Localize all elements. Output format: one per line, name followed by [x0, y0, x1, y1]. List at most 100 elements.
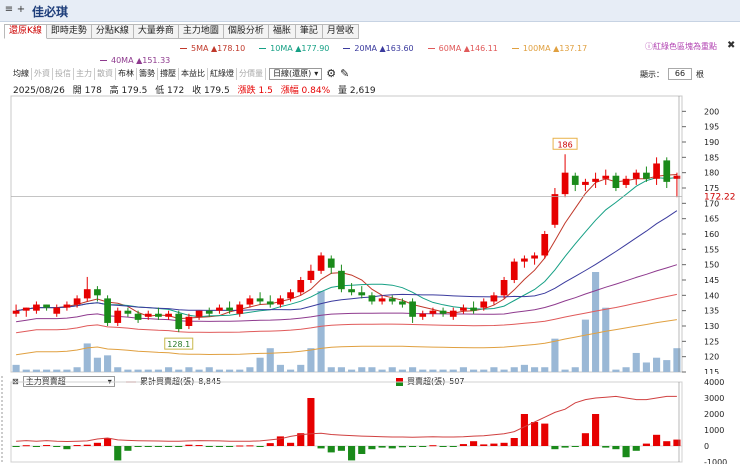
tab-3[interactable]: 大量券商	[133, 24, 179, 39]
tab-6[interactable]: 福胀	[268, 24, 296, 39]
volume-bar	[419, 369, 427, 372]
day-bar	[195, 445, 203, 447]
candle-body	[358, 292, 366, 296]
candle-body	[643, 172, 650, 179]
tab-4[interactable]: 主力地圖	[178, 24, 224, 39]
toolbar-button-3[interactable]: 主力	[74, 68, 95, 80]
ma-legend-item: 40MA ▲151.33	[100, 56, 170, 66]
day-bar	[358, 446, 366, 454]
volume-bar	[632, 352, 640, 372]
ma-legend-row2: 40MA ▲151.33	[100, 56, 170, 66]
volume-bar	[510, 367, 518, 372]
volume-bar	[73, 367, 81, 372]
volume-bar	[154, 369, 162, 372]
low-marker: 128.1	[167, 340, 190, 349]
day-bar	[205, 446, 213, 447]
volume-bar	[551, 338, 559, 372]
pen-icon[interactable]: ✎	[340, 68, 349, 80]
day-bar	[348, 446, 356, 461]
candle-body	[226, 307, 233, 311]
candle-body	[541, 234, 549, 256]
color-note: ⓘ紅綠色區塊為重點	[645, 42, 717, 51]
toolbar-button-8[interactable]: 本益比	[179, 68, 208, 80]
toolbar-button-10[interactable]: 分價量	[237, 68, 266, 80]
display-count-input[interactable]: 66	[668, 68, 692, 80]
toolbar-button-4[interactable]: 散資	[95, 68, 116, 80]
day-bar	[531, 422, 539, 446]
ma-swatch	[511, 48, 519, 49]
day-bar	[165, 446, 173, 447]
candle-body	[632, 172, 640, 179]
price-tick-label: 155	[704, 245, 719, 254]
tab-7[interactable]: 筆記	[295, 24, 323, 39]
day-bar	[32, 446, 40, 447]
price-tick-label: 180	[704, 169, 719, 178]
title-bar: ≡ + 佳必琪	[0, 0, 740, 22]
sub-tick-label: 0	[704, 442, 709, 451]
volume-bar	[287, 369, 295, 372]
day-bar	[429, 445, 437, 447]
close-icon[interactable]: ✖	[727, 40, 735, 51]
candle-body	[195, 310, 203, 317]
candle-body	[449, 310, 457, 317]
ma-label: 40MA ▲151.33	[111, 56, 171, 65]
ma-legend-row1: 5MA ▲178.10 10MA ▲177.90 20MA ▲163.60 60MA …	[180, 44, 587, 54]
tab-0[interactable]: 還原K線	[4, 24, 47, 39]
tab-2[interactable]: 分點K線	[91, 24, 134, 39]
main-force-chart[interactable]: 4000 3000 2000 1000 0 -1000	[0, 376, 740, 464]
toolbar-button-1[interactable]: 外資	[32, 68, 53, 80]
cum-line	[16, 395, 677, 443]
tab-8[interactable]: 月營收	[322, 24, 359, 39]
volume-bar	[531, 367, 539, 372]
toolbar-button-0[interactable]: 均線	[11, 68, 32, 80]
toolbar-button-5[interactable]: 布林	[116, 68, 137, 80]
candle-body	[155, 313, 162, 317]
volume-bar	[673, 348, 681, 372]
chevron-down-icon: ▾	[314, 69, 319, 78]
candle-body	[480, 301, 488, 308]
candlestick-chart[interactable]: 2001951901851801751701651601551501451401…	[0, 92, 740, 374]
price-tick-label: 120	[704, 353, 719, 362]
volume-bar	[663, 360, 671, 372]
current-price-label: 172.22	[704, 193, 736, 203]
candle-body	[368, 295, 376, 302]
volume-bar	[592, 272, 600, 372]
candle-body	[43, 304, 50, 308]
volume-bar	[571, 367, 579, 372]
candle-body	[256, 298, 264, 302]
ma-label: 5MA ▲178.10	[191, 44, 246, 53]
candle-body	[409, 301, 416, 317]
candle-body	[205, 310, 213, 314]
toolbar-button-9[interactable]: 紅綠燈	[208, 68, 237, 80]
candle-body	[124, 310, 132, 314]
volume-bar	[53, 369, 61, 372]
toolbar-button-7[interactable]: 撐壓	[158, 68, 179, 80]
price-tick-label: 125	[704, 337, 719, 346]
toolbar-button-6[interactable]: 籌勢	[137, 68, 158, 80]
candle-body	[53, 307, 61, 314]
candle-body	[612, 175, 620, 188]
candle-body	[22, 307, 30, 311]
period-select[interactable]: 日線(還原) ▾	[269, 68, 323, 80]
day-bar	[398, 446, 406, 448]
volume-bar	[266, 348, 274, 372]
day-bar	[551, 446, 559, 450]
day-bar	[459, 444, 467, 446]
volume-bar	[449, 369, 457, 372]
candle-body	[551, 194, 559, 225]
day-bar	[663, 441, 671, 446]
tab-5[interactable]: 個股分析	[223, 24, 269, 39]
day-bar	[571, 446, 579, 447]
toolbar-button-2[interactable]: 投信	[53, 68, 74, 80]
price-tick-label: 115	[704, 368, 719, 374]
candle-body	[653, 163, 660, 179]
add-icon[interactable]: +	[14, 3, 28, 18]
candle-body	[165, 313, 172, 317]
day-bar	[256, 446, 264, 447]
gear-icon[interactable]: ⚙	[326, 68, 336, 80]
price-tick-label: 190	[704, 138, 719, 147]
candle-body	[317, 255, 325, 271]
day-bar	[337, 446, 345, 451]
volume-bar	[32, 369, 40, 372]
tab-1[interactable]: 即時走勢	[46, 24, 92, 39]
